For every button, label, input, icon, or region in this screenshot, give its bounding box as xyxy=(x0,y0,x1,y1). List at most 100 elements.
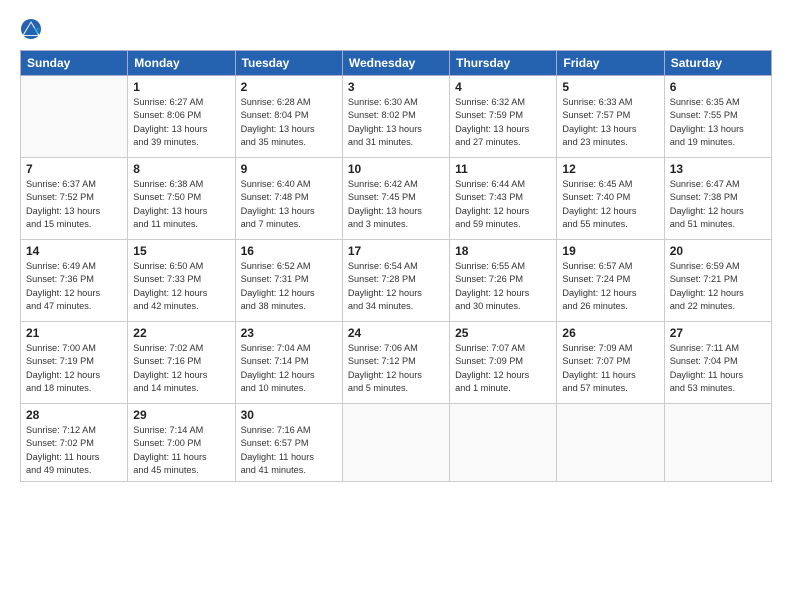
calendar-cell: 29Sunrise: 7:14 AM Sunset: 7:00 PM Dayli… xyxy=(128,404,235,482)
calendar-cell: 20 Sunrise: 6:59 AM Sunset: 7:21 PM Dayli… xyxy=(664,240,771,322)
day-detail: Sunrise: 6:45 AM Sunset: 7:40 PM Dayligh… xyxy=(562,178,658,231)
logo-icon xyxy=(20,18,42,40)
day-detail: Sunrise: 6:44 AM Sunset: 7:43 PM Dayligh… xyxy=(455,178,551,231)
day-detail: Sunrise: 6:42 AM Sunset: 7:45 PM Dayligh… xyxy=(348,178,444,231)
calendar-week-row: 7 Sunrise: 6:37 AM Sunset: 7:52 PM Daylig… xyxy=(21,158,772,240)
day-number: 25 xyxy=(455,326,551,340)
day-number: 13 xyxy=(670,162,766,176)
day-detail: Sunrise: 6:33 AM Sunset: 7:57 PM Dayligh… xyxy=(562,96,658,149)
weekday-tuesday: Tuesday xyxy=(235,51,342,76)
day-number: 14 xyxy=(26,244,122,258)
day-number: 12 xyxy=(562,162,658,176)
calendar-cell: 5 Sunrise: 6:33 AM Sunset: 7:57 PM Daylig… xyxy=(557,76,664,158)
day-number: 3 xyxy=(348,80,444,94)
day-detail: Sunrise: 6:37 AM Sunset: 7:52 PM Dayligh… xyxy=(26,178,122,231)
calendar-cell: 22 Sunrise: 7:02 AM Sunset: 7:16 PM Dayli… xyxy=(128,322,235,404)
calendar-cell: 1 Sunrise: 6:27 AM Sunset: 8:06 PM Daylig… xyxy=(128,76,235,158)
day-detail: Sunrise: 7:12 AM Sunset: 7:02 PM Dayligh… xyxy=(26,424,122,477)
calendar-cell: 18 Sunrise: 6:55 AM Sunset: 7:26 PM Dayli… xyxy=(450,240,557,322)
calendar-cell: 25 Sunrise: 7:07 AM Sunset: 7:09 PM Dayli… xyxy=(450,322,557,404)
day-detail: Sunrise: 7:11 AM Sunset: 7:04 PM Dayligh… xyxy=(670,342,766,395)
day-number: 20 xyxy=(670,244,766,258)
day-number: 28 xyxy=(26,408,122,422)
day-detail: Sunrise: 7:00 AM Sunset: 7:19 PM Dayligh… xyxy=(26,342,122,395)
calendar-week-row: 14 Sunrise: 6:49 AM Sunset: 7:36 PM Dayli… xyxy=(21,240,772,322)
calendar-cell: 8 Sunrise: 6:38 AM Sunset: 7:50 PM Daylig… xyxy=(128,158,235,240)
weekday-friday: Friday xyxy=(557,51,664,76)
day-number: 15 xyxy=(133,244,229,258)
day-detail: Sunrise: 6:35 AM Sunset: 7:55 PM Dayligh… xyxy=(670,96,766,149)
day-detail: Sunrise: 6:54 AM Sunset: 7:28 PM Dayligh… xyxy=(348,260,444,313)
day-detail: Sunrise: 6:28 AM Sunset: 8:04 PM Dayligh… xyxy=(241,96,337,149)
day-number: 7 xyxy=(26,162,122,176)
day-detail: Sunrise: 6:50 AM Sunset: 7:33 PM Dayligh… xyxy=(133,260,229,313)
calendar-cell xyxy=(664,404,771,482)
calendar-cell: 4 Sunrise: 6:32 AM Sunset: 7:59 PM Daylig… xyxy=(450,76,557,158)
day-detail: Sunrise: 7:09 AM Sunset: 7:07 PM Dayligh… xyxy=(562,342,658,395)
calendar-cell: 11 Sunrise: 6:44 AM Sunset: 7:43 PM Dayli… xyxy=(450,158,557,240)
calendar-cell: 7 Sunrise: 6:37 AM Sunset: 7:52 PM Daylig… xyxy=(21,158,128,240)
calendar-cell: 16Sunrise: 6:52 AM Sunset: 7:31 PM Dayli… xyxy=(235,240,342,322)
day-detail: Sunrise: 6:47 AM Sunset: 7:38 PM Dayligh… xyxy=(670,178,766,231)
calendar-cell: 3 Sunrise: 6:30 AM Sunset: 8:02 PM Daylig… xyxy=(342,76,449,158)
day-number: 4 xyxy=(455,80,551,94)
day-detail: Sunrise: 6:57 AM Sunset: 7:24 PM Dayligh… xyxy=(562,260,658,313)
calendar-cell: 24 Sunrise: 7:06 AM Sunset: 7:12 PM Dayli… xyxy=(342,322,449,404)
day-number: 6 xyxy=(670,80,766,94)
day-detail: Sunrise: 7:06 AM Sunset: 7:12 PM Dayligh… xyxy=(348,342,444,395)
day-detail: Sunrise: 7:02 AM Sunset: 7:16 PM Dayligh… xyxy=(133,342,229,395)
calendar-cell xyxy=(342,404,449,482)
calendar-week-row: 21 Sunrise: 7:00 AM Sunset: 7:19 PM Dayli… xyxy=(21,322,772,404)
weekday-thursday: Thursday xyxy=(450,51,557,76)
day-number: 27 xyxy=(670,326,766,340)
calendar-cell: 27 Sunrise: 7:11 AM Sunset: 7:04 PM Dayli… xyxy=(664,322,771,404)
calendar-cell: 13 Sunrise: 6:47 AM Sunset: 7:38 PM Dayli… xyxy=(664,158,771,240)
weekday-monday: Monday xyxy=(128,51,235,76)
day-detail: Sunrise: 6:59 AM Sunset: 7:21 PM Dayligh… xyxy=(670,260,766,313)
day-detail: Sunrise: 6:38 AM Sunset: 7:50 PM Dayligh… xyxy=(133,178,229,231)
day-number: 11 xyxy=(455,162,551,176)
day-number: 29 xyxy=(133,408,229,422)
calendar-cell: 10 Sunrise: 6:42 AM Sunset: 7:45 PM Dayli… xyxy=(342,158,449,240)
day-detail: Sunrise: 6:27 AM Sunset: 8:06 PM Dayligh… xyxy=(133,96,229,149)
day-number: 30 xyxy=(241,408,337,422)
calendar-cell xyxy=(450,404,557,482)
header xyxy=(20,18,772,40)
day-detail: Sunrise: 6:52 AM Sunset: 7:31 PM Dayligh… xyxy=(241,260,337,313)
calendar-cell: 21 Sunrise: 7:00 AM Sunset: 7:19 PM Dayli… xyxy=(21,322,128,404)
calendar-cell xyxy=(557,404,664,482)
calendar-week-row: 28 Sunrise: 7:12 AM Sunset: 7:02 PM Dayli… xyxy=(21,404,772,482)
day-number: 10 xyxy=(348,162,444,176)
day-number: 19 xyxy=(562,244,658,258)
day-number: 22 xyxy=(133,326,229,340)
day-detail: Sunrise: 7:07 AM Sunset: 7:09 PM Dayligh… xyxy=(455,342,551,395)
page: SundayMondayTuesdayWednesdayThursdayFrid… xyxy=(0,0,792,612)
day-number: 5 xyxy=(562,80,658,94)
day-detail: Sunrise: 6:40 AM Sunset: 7:48 PM Dayligh… xyxy=(241,178,337,231)
calendar-cell: 14 Sunrise: 6:49 AM Sunset: 7:36 PM Dayli… xyxy=(21,240,128,322)
day-number: 21 xyxy=(26,326,122,340)
day-number: 1 xyxy=(133,80,229,94)
weekday-header-row: SundayMondayTuesdayWednesdayThursdayFrid… xyxy=(21,51,772,76)
day-detail: Sunrise: 6:30 AM Sunset: 8:02 PM Dayligh… xyxy=(348,96,444,149)
day-detail: Sunrise: 6:55 AM Sunset: 7:26 PM Dayligh… xyxy=(455,260,551,313)
calendar-cell xyxy=(21,76,128,158)
day-detail: Sunrise: 6:32 AM Sunset: 7:59 PM Dayligh… xyxy=(455,96,551,149)
calendar-cell: 19 Sunrise: 6:57 AM Sunset: 7:24 PM Dayli… xyxy=(557,240,664,322)
calendar-cell: 26Sunrise: 7:09 AM Sunset: 7:07 PM Dayli… xyxy=(557,322,664,404)
day-number: 18 xyxy=(455,244,551,258)
calendar-cell: 9Sunrise: 6:40 AM Sunset: 7:48 PM Daylig… xyxy=(235,158,342,240)
calendar-cell: 23 Sunrise: 7:04 AM Sunset: 7:14 PM Dayli… xyxy=(235,322,342,404)
calendar-week-row: 1 Sunrise: 6:27 AM Sunset: 8:06 PM Daylig… xyxy=(21,76,772,158)
weekday-wednesday: Wednesday xyxy=(342,51,449,76)
calendar-table: SundayMondayTuesdayWednesdayThursdayFrid… xyxy=(20,50,772,482)
calendar-cell: 2Sunrise: 6:28 AM Sunset: 8:04 PM Daylig… xyxy=(235,76,342,158)
logo xyxy=(20,18,46,40)
day-detail: Sunrise: 6:49 AM Sunset: 7:36 PM Dayligh… xyxy=(26,260,122,313)
calendar-cell: 30Sunrise: 7:16 AM Sunset: 6:57 PM Dayli… xyxy=(235,404,342,482)
day-number: 8 xyxy=(133,162,229,176)
calendar-cell: 6 Sunrise: 6:35 AM Sunset: 7:55 PM Daylig… xyxy=(664,76,771,158)
day-detail: Sunrise: 7:04 AM Sunset: 7:14 PM Dayligh… xyxy=(241,342,337,395)
day-number: 23 xyxy=(241,326,337,340)
day-number: 24 xyxy=(348,326,444,340)
